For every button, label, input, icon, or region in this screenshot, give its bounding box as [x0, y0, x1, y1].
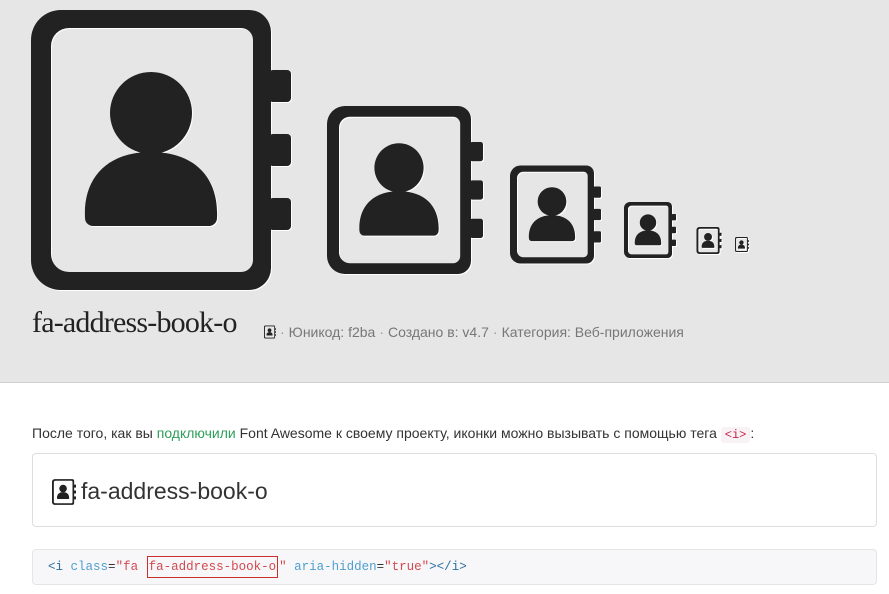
address-book-icon — [696, 227, 722, 254]
intro-text: После того, как вы — [32, 425, 157, 441]
address-book-icon — [735, 237, 749, 252]
address-book-icon — [52, 479, 76, 505]
icon-demo-box: fa-address-book-o — [32, 453, 877, 527]
intro-text: : — [750, 425, 755, 441]
code-token: class — [63, 560, 109, 574]
code-token: " — [279, 560, 287, 574]
meta-unicode: Юникод: f2ba — [288, 324, 376, 340]
address-book-icon — [624, 202, 676, 258]
code-token: < — [48, 560, 56, 574]
icon-meta: · Юникод: f2ba · Создано в: v4.7 · Катег… — [264, 324, 684, 340]
usage-intro: После того, как вы подключили Font Aweso… — [32, 425, 755, 443]
code-token: > — [459, 560, 467, 574]
code-token: = — [108, 560, 116, 574]
meta-separator: · — [492, 324, 498, 340]
page-title: fa-address-book-o — [32, 306, 237, 339]
meta-separator: · — [280, 324, 285, 340]
code-snippet[interactable]: <i class="fa fa-address-book-o " aria-hid… — [32, 549, 877, 585]
meta-separator: · — [379, 324, 384, 340]
address-book-icon — [327, 106, 483, 274]
hero-section: fa-address-book-o · Юникод: f2ba · Созда… — [0, 0, 889, 383]
code-token: "fa — [115, 560, 146, 574]
code-token: i — [55, 560, 64, 574]
address-book-icon — [510, 165, 601, 264]
include-link[interactable]: подключили — [157, 425, 236, 441]
meta-created: Создано в: v4.7 — [388, 324, 489, 340]
demo-label: fa-address-book-o — [81, 478, 268, 504]
code-token: aria-hidden — [286, 560, 377, 574]
address-book-icon — [31, 10, 291, 290]
meta-category: Категория: Веб-приложения — [501, 324, 684, 340]
code-token: ></ — [429, 560, 452, 574]
intro-text: Font Awesome к своему проекту, иконки мо… — [235, 425, 721, 441]
tag-code: <i> — [720, 427, 751, 443]
address-book-icon — [264, 325, 276, 339]
highlighted-class: fa-address-book-o — [146, 556, 279, 578]
code-token: "true" — [384, 560, 430, 574]
